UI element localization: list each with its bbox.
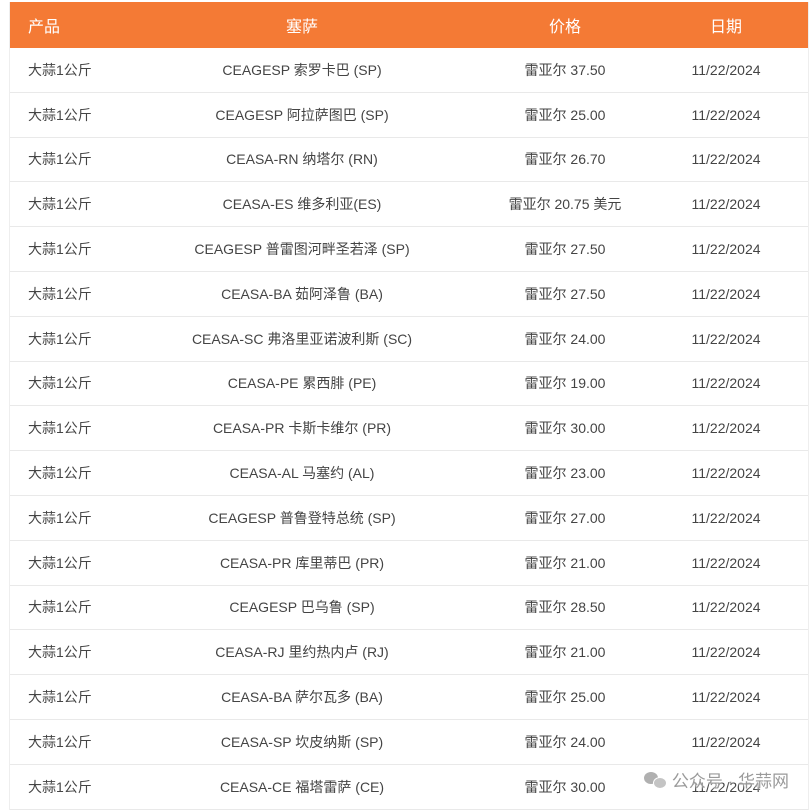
cell-date: 11/22/2024 [691, 465, 761, 482]
cell-ceasa: CEAGESP 普鲁登特总统 (SP) [208, 509, 396, 526]
cell-product: 大蒜1公斤 [28, 61, 92, 78]
cell-price: 雷亚尔 28.50 [524, 599, 606, 616]
cell-ceasa: CEASA-SC 弗洛里亚诺波利斯 (SC) [191, 330, 413, 347]
cell-product: 大蒜1公斤 [28, 689, 92, 706]
cell-product: 大蒜1公斤 [28, 285, 92, 302]
cell-ceasa: CEASA-ES 维多利亚(ES) [222, 196, 382, 213]
cell-price: 雷亚尔 25.00 [524, 689, 606, 706]
table-row: 大蒜1公斤 CEASA-ES 维多利亚(ES) 雷亚尔 20.75 美元 11/22/… [10, 182, 808, 228]
cell-date: 11/22/2024 [691, 330, 761, 347]
table-row: 大蒜1公斤 CEAGESP 普鲁登特总统 (SP) 雷亚尔 27.00 11/22/2… [10, 496, 808, 541]
cell-ceasa: CEASA-PE 累西腓 (PE) [227, 375, 377, 392]
cell-product: 大蒜1公斤 [28, 599, 92, 616]
table-row: 大蒜1公斤 CEASA-SP 坎皮纳斯 (SP) 雷亚尔 24.00 11/22/20… [10, 720, 808, 765]
cell-product: 大蒜1公斤 [28, 509, 92, 526]
watermark: 公众号 · 华蒜网 [643, 767, 789, 792]
cell-ceasa: CEASA-RJ 里约热内卢 (RJ) [215, 644, 389, 661]
header-ceasa: 塞萨 [285, 19, 318, 36]
price-table: 产品 塞萨 价格 日期 大蒜1公斤 CEAGESP 索罗卡巴 (SP) 雷亚尔 37… [9, 2, 809, 810]
cell-date: 11/22/2024 [691, 733, 761, 750]
table-row: 大蒜1公斤 CEASA-RJ 里约热内卢 (RJ) 雷亚尔 21.00 11/22/2… [10, 630, 808, 676]
header-product: 产品 [28, 19, 61, 36]
cell-price: 雷亚尔 30.00 [524, 778, 606, 795]
cell-product: 大蒜1公斤 [28, 196, 92, 213]
cell-ceasa: CEASA-RN 纳塔尔 (RN) [226, 151, 378, 168]
cell-price: 雷亚尔 27.00 [524, 509, 606, 526]
cell-price: 雷亚尔 27.50 [524, 241, 606, 258]
cell-ceasa: CEAGESP 巴乌鲁 (SP) [229, 599, 375, 616]
cell-price: 雷亚尔 19.00 [524, 375, 606, 392]
cell-price: 雷亚尔 25.00 [524, 106, 606, 123]
cell-date: 11/22/2024 [691, 106, 761, 123]
cell-product: 大蒜1公斤 [28, 733, 92, 750]
cell-ceasa: CEASA-PR 库里蒂巴 (PR) [219, 554, 385, 571]
cell-date: 11/22/2024 [691, 151, 761, 168]
cell-date: 11/22/2024 [691, 599, 761, 616]
cell-ceasa: CEASA-PR 卡斯卡维尔 (PR) [212, 420, 392, 437]
table-row: 大蒜1公斤 CEASA-BA 茹阿泽鲁 (BA) 雷亚尔 27.50 11/22/20… [10, 272, 808, 317]
table-row: 大蒜1公斤 CEAGESP 索罗卡巴 (SP) 雷亚尔 37.50 11/22/202… [10, 48, 808, 93]
cell-ceasa: CEAGESP 索罗卡巴 (SP) [222, 61, 382, 78]
cell-price: 雷亚尔 30.00 [524, 420, 606, 437]
cell-date: 11/22/2024 [691, 420, 761, 437]
cell-product: 大蒜1公斤 [28, 106, 92, 123]
cell-product: 大蒜1公斤 [28, 465, 92, 482]
watermark-text: 公众号 · 华蒜网 [671, 772, 789, 791]
cell-ceasa: CEASA-BA 茹阿泽鲁 (BA) [221, 285, 383, 302]
cell-ceasa: CEAGESP 普雷图河畔圣若泽 (SP) [194, 241, 410, 258]
cell-date: 11/22/2024 [691, 196, 761, 213]
cell-product: 大蒜1公斤 [28, 151, 92, 168]
header-price: 价格 [548, 19, 581, 36]
cell-date: 11/22/2024 [691, 241, 761, 258]
cell-date: 11/22/2024 [691, 285, 761, 302]
cell-date: 11/22/2024 [691, 61, 761, 78]
table-row: 大蒜1公斤 CEASA-PE 累西腓 (PE) 雷亚尔 19.00 11/22/202… [10, 362, 808, 407]
cell-date: 11/22/2024 [691, 554, 761, 571]
table-header: 产品 塞萨 价格 日期 [10, 2, 808, 48]
cell-price: 雷亚尔 23.00 [524, 465, 606, 482]
table-row: 大蒜1公斤 CEAGESP 普雷图河畔圣若泽 (SP) 雷亚尔 27.50 11/22… [10, 227, 808, 272]
cell-ceasa: CEASA-CE 福塔雷萨 (CE) [219, 778, 385, 795]
table-row: 大蒜1公斤 CEASA-PR 卡斯卡维尔 (PR) 雷亚尔 30.00 11/22/2… [10, 406, 808, 452]
table-row: 大蒜1公斤 CEASA-SC 弗洛里亚诺波利斯 (SC) 雷亚尔 24.00 11/2… [10, 317, 808, 362]
cell-price: 雷亚尔 26.70 [524, 151, 606, 168]
cell-price: 雷亚尔 27.50 [524, 285, 606, 302]
cell-price: 雷亚尔 24.00 [524, 733, 606, 750]
header-date: 日期 [709, 19, 742, 36]
cell-ceasa: CEAGESP 阿拉萨图巴 (SP) [215, 106, 389, 123]
cell-product: 大蒜1公斤 [28, 420, 92, 437]
table-row: 大蒜1公斤 CEASA-PR 库里蒂巴 (PR) 雷亚尔 21.00 11/22/20… [10, 541, 808, 586]
table-row: 大蒜1公斤 CEASA-RN 纳塔尔 (RN) 雷亚尔 26.70 11/22/202… [10, 138, 808, 183]
cell-date: 11/22/2024 [691, 375, 761, 392]
cell-product: 大蒜1公斤 [28, 554, 92, 571]
cell-product: 大蒜1公斤 [28, 330, 92, 347]
cell-date: 11/22/2024 [691, 644, 761, 661]
cell-product: 大蒜1公斤 [28, 644, 92, 661]
cell-product: 大蒜1公斤 [28, 375, 92, 392]
cell-date: 11/22/2024 [691, 509, 761, 526]
cell-price: 雷亚尔 37.50 [524, 61, 606, 78]
table-row: 大蒜1公斤 CEAGESP 阿拉萨图巴 (SP) 雷亚尔 25.00 11/22/20… [10, 93, 808, 138]
cell-ceasa: CEASA-AL 马塞约 (AL) [229, 465, 375, 482]
cell-price: 雷亚尔 20.75 美元 [508, 196, 622, 213]
cell-price: 雷亚尔 21.00 [524, 644, 606, 661]
cell-date: 11/22/2024 [691, 689, 761, 706]
table-row: 大蒜1公斤 CEASA-BA 萨尔瓦多 (BA) 雷亚尔 25.00 11/22/20… [10, 675, 808, 720]
cell-product: 大蒜1公斤 [28, 778, 92, 795]
table-row: 大蒜1公斤 CEASA-AL 马塞约 (AL) 雷亚尔 23.00 11/22/202… [10, 451, 808, 496]
table-body: 大蒜1公斤 CEAGESP 索罗卡巴 (SP) 雷亚尔 37.50 11/22/202… [10, 48, 808, 810]
cell-price: 雷亚尔 21.00 [524, 554, 606, 571]
cell-product: 大蒜1公斤 [28, 241, 92, 258]
cell-ceasa: CEASA-BA 萨尔瓦多 (BA) [221, 689, 383, 706]
cell-ceasa: CEASA-SP 坎皮纳斯 (SP) [220, 733, 384, 750]
wechat-icon [643, 771, 667, 789]
cell-price: 雷亚尔 24.00 [524, 330, 606, 347]
table-row: 大蒜1公斤 CEAGESP 巴乌鲁 (SP) 雷亚尔 28.50 11/22/2024 [10, 586, 808, 631]
